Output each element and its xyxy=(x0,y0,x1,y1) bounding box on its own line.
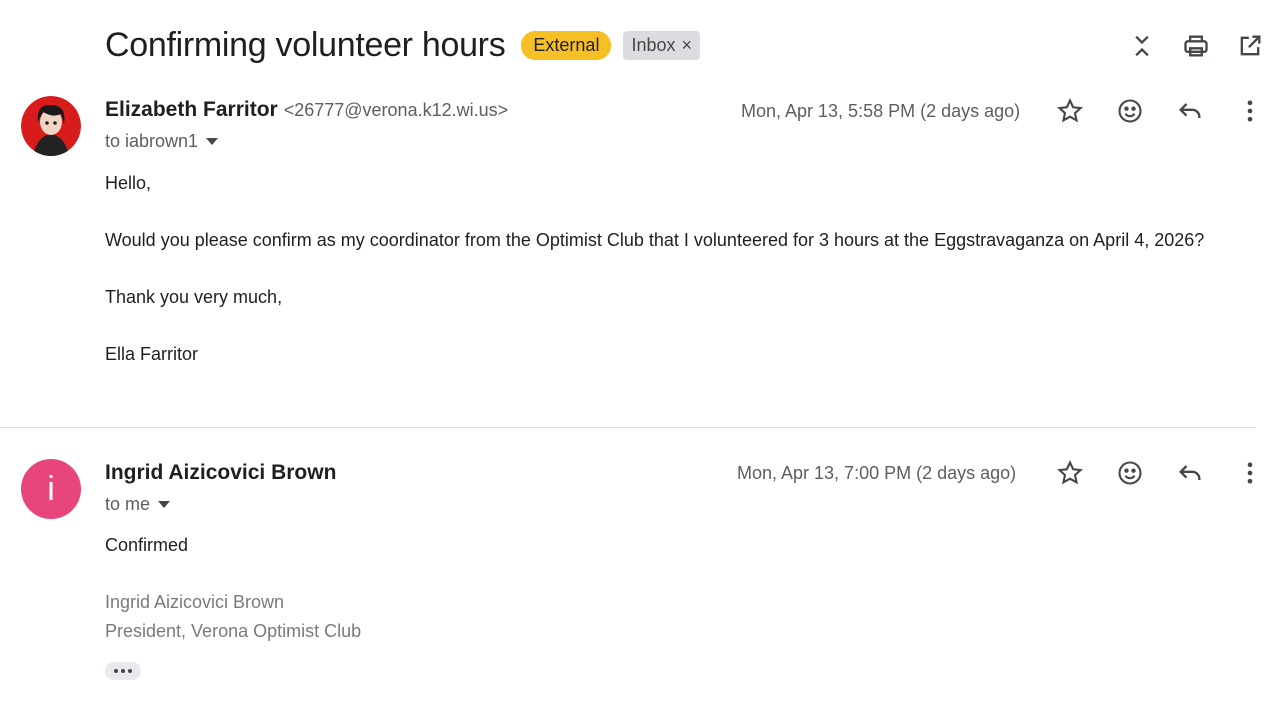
sender-name[interactable]: Ingrid Aizicovici Brown xyxy=(105,461,336,485)
show-details-icon[interactable] xyxy=(158,501,171,508)
reply-button[interactable] xyxy=(1172,93,1208,129)
message-actions xyxy=(1028,455,1268,491)
remove-label-icon[interactable]: × xyxy=(682,35,693,56)
message-body: Confirmed Ingrid Aizicovici Brown Presid… xyxy=(105,531,1255,646)
subject-row: Confirming volunteer hours External Inbo… xyxy=(105,24,701,66)
emoji-reaction-icon xyxy=(1118,461,1142,485)
show-trimmed-content-button[interactable] xyxy=(105,662,141,680)
collapse-all-button[interactable] xyxy=(1124,28,1160,64)
signature-line: Ingrid Aizicovici Brown xyxy=(105,592,285,612)
message-actions xyxy=(1028,93,1268,129)
message-date: Mon, Apr 13, 5:58 PM (2 days ago) xyxy=(741,101,1021,121)
add-reaction-button[interactable] xyxy=(1112,455,1148,491)
sender-name[interactable]: Elizabeth Farritor <26777@verona.k12.wi.u… xyxy=(105,98,508,122)
reply-icon xyxy=(1179,465,1201,480)
signature: Ingrid Aizicovici Brown President, Veron… xyxy=(105,588,1255,646)
print-icon xyxy=(1184,35,1208,57)
open-in-new-window-icon xyxy=(1240,35,1261,56)
recipients-line: to iabrown1 xyxy=(105,131,219,152)
profile-photo-icon xyxy=(21,96,81,156)
more-options-icon xyxy=(1247,100,1253,122)
star-button[interactable] xyxy=(1052,455,1088,491)
signature-line: President, Verona Optimist Club xyxy=(105,621,362,641)
body-paragraph: Confirmed xyxy=(105,535,189,555)
avatar[interactable] xyxy=(21,96,81,156)
reply-icon xyxy=(1179,103,1201,118)
message-body: Hello, Would you please confirm as my co… xyxy=(105,169,1255,397)
message-date: Mon, Apr 13, 7:00 PM (2 days ago) xyxy=(737,463,1017,483)
more-options-icon xyxy=(1247,462,1253,484)
star-icon xyxy=(1057,460,1083,485)
show-details-icon[interactable] xyxy=(206,138,219,145)
recipients-text: to iabrown1 xyxy=(105,131,199,151)
ellipsis-dot xyxy=(114,669,118,673)
more-options-button[interactable] xyxy=(1232,93,1268,129)
open-in-new-window-button[interactable] xyxy=(1232,28,1268,64)
add-reaction-button[interactable] xyxy=(1112,93,1148,129)
star-icon xyxy=(1057,98,1083,123)
inbox-label-text: Inbox xyxy=(631,34,676,55)
ellipsis-dot xyxy=(121,669,125,673)
body-paragraph: Ella Farritor xyxy=(105,344,199,364)
inbox-label[interactable]: Inbox × xyxy=(623,30,701,60)
ellipsis-dot xyxy=(128,669,132,673)
sender-email: <26777@verona.k12.wi.us> xyxy=(283,100,509,120)
star-button[interactable] xyxy=(1052,93,1088,129)
body-paragraph: Thank you very much, xyxy=(105,287,283,307)
avatar[interactable]: i xyxy=(21,459,81,519)
thread-toolbar xyxy=(1106,28,1268,64)
external-badge: External xyxy=(521,30,612,60)
emoji-reaction-icon xyxy=(1118,99,1142,123)
reply-button[interactable] xyxy=(1172,455,1208,491)
recipients-line: to me xyxy=(105,494,171,515)
print-button[interactable] xyxy=(1178,28,1214,64)
body-paragraph: Would you please confirm as my coordinat… xyxy=(105,230,1205,250)
message-divider xyxy=(0,427,1256,428)
thread-subject: Confirming volunteer hours xyxy=(105,25,506,64)
collapse-all-icon xyxy=(1135,35,1149,57)
body-paragraph: Hello, xyxy=(105,173,152,193)
recipients-text: to me xyxy=(105,494,151,514)
sender-name-text: Elizabeth Farritor xyxy=(105,98,278,121)
avatar-letter: i xyxy=(47,469,55,508)
more-options-button[interactable] xyxy=(1232,455,1268,491)
